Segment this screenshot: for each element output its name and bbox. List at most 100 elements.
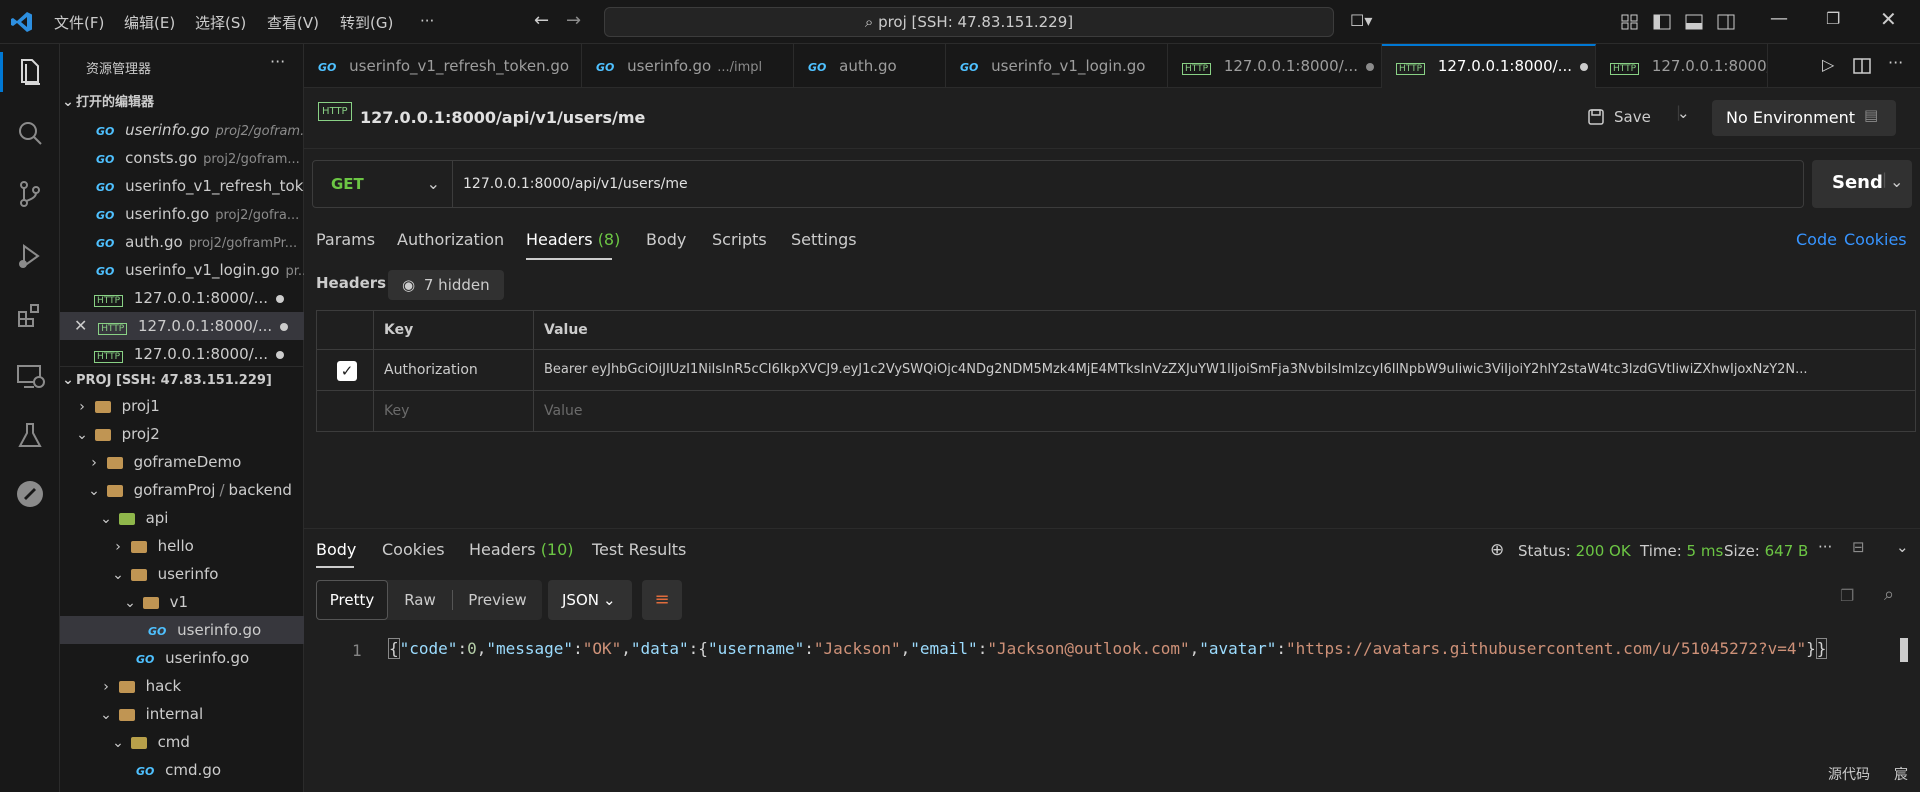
method-selector[interactable]: GET ⌄ [313,161,453,207]
run-play-icon[interactable]: ▷ [1822,55,1834,74]
view-mode-raw[interactable]: Raw [388,580,452,620]
tab-scripts[interactable]: Scripts [712,230,767,249]
new-header-key-input[interactable]: Key [373,390,534,432]
tab-userinfo-login[interactable]: GO userinfo_v1_login.go [946,44,1168,88]
menu-view[interactable]: 查看(V) [267,12,319,33]
tree-folder[interactable]: ⌄ v1 [60,588,304,616]
tree-folder[interactable]: ⌄ goframProj / backend [60,476,304,504]
open-editor-item[interactable]: GO userinfo_v1_refresh_tok... [60,172,304,200]
minimize-icon[interactable]: — [1770,8,1788,29]
format-selector[interactable]: JSON ⌄ [548,580,632,620]
tree-folder[interactable]: › hello [60,532,304,560]
command-center-search[interactable]: ⌕ proj [SSH: 47.83.151.229] [604,7,1334,37]
tree-folder[interactable]: › goframeDemo [60,448,304,476]
run-debug-icon[interactable] [14,240,46,272]
tree-folder[interactable]: › hack [60,672,304,700]
environment-quicklook-icon[interactable]: ▤ [1864,106,1878,124]
split-editor-icon[interactable] [1852,56,1872,76]
response-tab-headers[interactable]: Headers (10) [469,540,574,559]
view-mode-preview[interactable]: Preview [453,580,542,620]
remote-explorer-icon[interactable] [14,360,46,392]
statusbar-source-code[interactable]: 源代码 [1828,764,1870,784]
menu-more[interactable]: ··· [420,12,434,30]
forward-arrow-icon[interactable]: → [566,10,581,31]
tab-http-request-1[interactable]: HTTP 127.0.0.1:8000/... [1168,44,1382,88]
send-options-chevron-icon[interactable]: ⌄ [1890,172,1903,191]
tree-folder[interactable]: ⌄ cmd [60,728,304,756]
open-editor-item[interactable]: GO auth.go proj2/goframPr... [60,228,304,256]
open-editor-item[interactable]: GO userinfo.go proj2/gofra... [60,200,304,228]
tree-folder[interactable]: ⌄ proj2 [60,420,304,448]
open-editors-section[interactable]: ⌄ 打开的编辑器 [60,89,304,115]
explorer-icon[interactable] [14,56,46,88]
header-value-cell[interactable]: Bearer eyJhbGciOiJIUzI1NiIsInR5cCI6IkpXV… [533,349,1916,391]
more-actions-icon[interactable]: ··· [270,52,285,71]
response-tab-cookies[interactable]: Cookies [382,540,445,559]
tab-settings[interactable]: Settings [791,230,857,249]
cookies-link[interactable]: Cookies [1844,230,1907,249]
menu-edit[interactable]: 编辑(E) [124,12,175,33]
search-response-icon[interactable]: ⌕ [1884,584,1894,605]
toggle-panel-icon[interactable] [1684,12,1704,32]
panel-divider[interactable] [304,528,1920,529]
toggle-primary-sidebar-icon[interactable] [1652,12,1672,32]
tree-folder[interactable]: ⌄ api [60,504,304,532]
copilot-chat-icon[interactable]: ☐▾ [1350,11,1372,30]
layout-toggle-icon[interactable]: ⊟ [1852,538,1865,556]
open-editor-item-selected[interactable]: ✕ HTTP 127.0.0.1:8000/... [60,312,304,340]
open-editor-item[interactable]: GO userinfo_v1_login.go pr... [60,256,304,284]
hidden-headers-toggle[interactable]: ◉ 7 hidden [388,270,504,300]
url-input[interactable]: 127.0.0.1:8000/api/v1/users/me [463,161,688,207]
tab-http-request-3[interactable]: HTTP 127.0.0.1:8000/... [1596,44,1768,88]
postman-icon[interactable] [14,478,46,510]
close-editor-icon[interactable]: ✕ [74,316,87,335]
tab-userinfo-refresh-token[interactable]: GO userinfo_v1_refresh_token.go [304,44,582,88]
extensions-icon[interactable] [14,300,46,332]
open-editor-item[interactable]: GO consts.go proj2/gofram... [60,144,304,172]
menu-go[interactable]: 转到(G) [340,12,393,33]
copy-icon[interactable]: ❐ [1840,586,1854,605]
tree-folder[interactable]: › proj1 [60,392,304,420]
new-header-value-input[interactable]: Value [533,390,1916,432]
project-section[interactable]: ⌄ PROJ [SSH: 47.83.151.229] [60,366,304,392]
view-mode-pretty[interactable]: Pretty [316,580,388,620]
tree-file[interactable]: GO cmd.go [60,756,304,784]
tab-body[interactable]: Body [646,230,686,249]
send-button[interactable]: Send [1832,172,1883,193]
tree-file[interactable]: GO userinfo.go [60,644,304,672]
globe-icon[interactable]: ⊕ [1490,540,1504,560]
tab-userinfo-impl[interactable]: GO userinfo.go .../impl [582,44,794,88]
open-editor-item[interactable]: HTTP 127.0.0.1:8000/... [60,284,304,312]
scrollbar-thumb[interactable] [1900,638,1908,662]
tab-authorization[interactable]: Authorization [397,230,504,249]
save-options-chevron-icon[interactable]: ⌄ [1677,104,1690,122]
testing-flask-icon[interactable] [14,420,46,452]
more-actions-icon[interactable]: ··· [1818,538,1832,556]
open-editor-item[interactable]: HTTP 127.0.0.1:8000/... [60,340,304,368]
search-sidebar-icon[interactable] [14,118,46,150]
tab-headers[interactable]: Headers (8) [526,230,620,249]
menu-selection[interactable]: 选择(S) [195,12,246,33]
response-tab-body[interactable]: Body [316,540,356,559]
tab-http-request-active[interactable]: HTTP 127.0.0.1:8000/... ✕ [1382,44,1596,88]
save-button[interactable]: Save [1586,102,1651,132]
toggle-secondary-sidebar-icon[interactable] [1716,12,1736,32]
source-control-icon[interactable] [14,178,46,210]
restore-icon[interactable]: ❐ [1826,9,1840,28]
layout-customize-icon[interactable] [1620,12,1640,32]
close-window-icon[interactable]: ✕ [1880,7,1897,31]
menu-file[interactable]: 文件(F) [54,12,104,33]
statusbar-user[interactable]: 宸 [1894,764,1908,784]
tab-auth[interactable]: GO auth.go [794,44,946,88]
tree-folder[interactable]: ⌄ userinfo [60,560,304,588]
more-actions-icon[interactable]: ··· [1888,53,1903,72]
tree-file-selected[interactable]: GO userinfo.go [60,616,304,644]
code-link[interactable]: Code [1796,230,1837,249]
response-tab-test-results[interactable]: Test Results [592,540,686,559]
open-editor-item[interactable]: GO userinfo.go proj2/gofram... [60,116,304,144]
header-key-cell[interactable]: Authorization [373,349,534,391]
response-json-line[interactable]: {"code":0,"message":"OK","data":{"userna… [388,638,1828,659]
wrap-lines-button[interactable]: ≡ [642,580,682,620]
tree-folder[interactable]: ⌄ internal [60,700,304,728]
header-enabled-checkbox[interactable]: ✓ [337,361,357,381]
